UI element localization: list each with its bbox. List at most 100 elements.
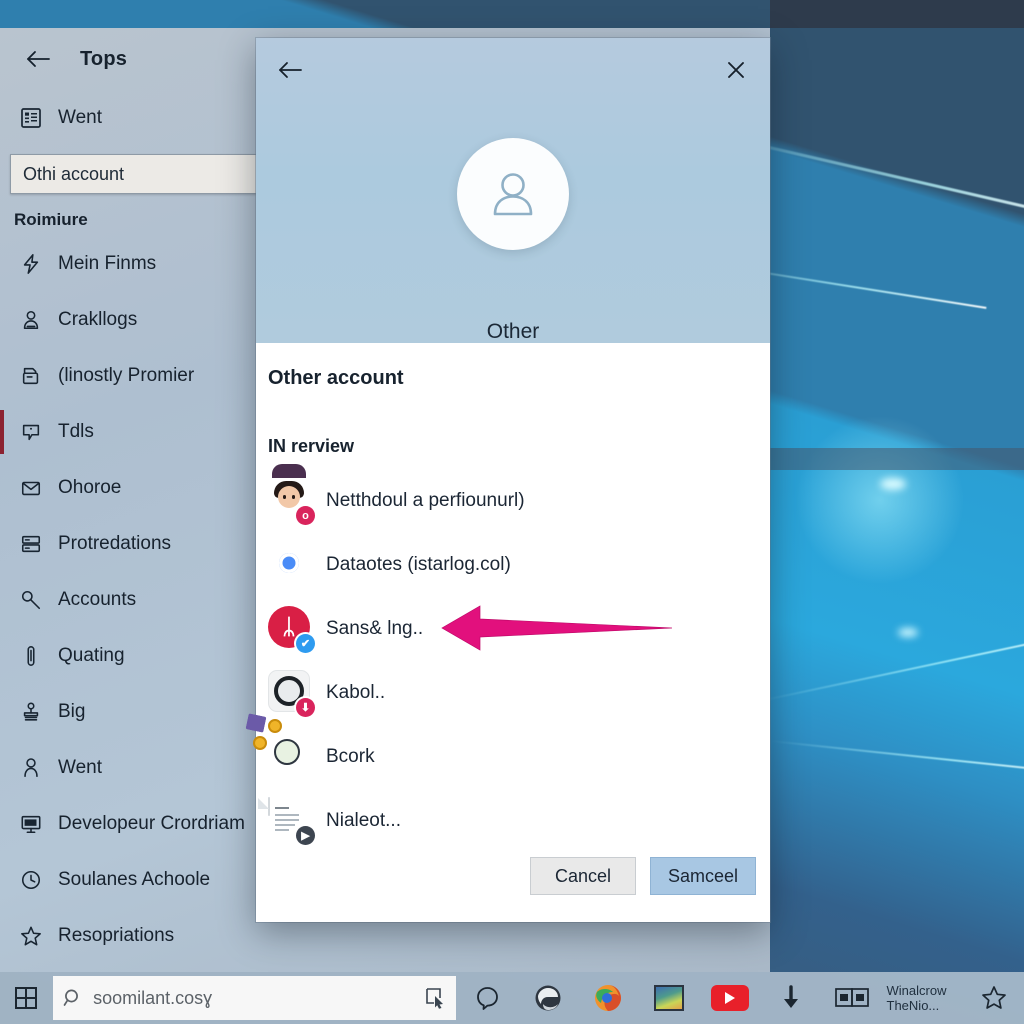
star-outline-icon [14, 921, 48, 951]
monitor-code-icon [14, 809, 48, 839]
hero-account-name: Other [486, 320, 540, 343]
person-avatar-icon [493, 173, 533, 216]
cortana-icon [476, 987, 498, 1010]
thermometer-icon [14, 641, 48, 671]
sidebar-item-label: Accounts [58, 589, 137, 610]
sidebar-item-label: Developeur Crordriam [58, 813, 245, 834]
cancel-button[interactable]: Cancel [530, 857, 636, 895]
sidebar-item-label: Resopriations [58, 925, 175, 946]
firefox-icon [595, 985, 622, 1011]
windows-start-icon [14, 987, 37, 1009]
windows-tile-icon [835, 988, 869, 1007]
arrow-left-icon [27, 51, 50, 67]
tray-text-line1: Winalcrow [886, 982, 947, 998]
photos-icon [654, 985, 685, 1011]
taskbar-item-firefox[interactable] [578, 972, 639, 1024]
wallpaper-band-top [770, 0, 1024, 28]
confirm-button[interactable]: Samceel [650, 857, 756, 895]
lightning-icon [14, 249, 48, 279]
sidebar-item-label: Went [58, 757, 103, 778]
avatar-photo-icon: o [268, 464, 315, 525]
app-status-badge: ⬇ [296, 698, 315, 717]
doodle-icon [268, 734, 314, 780]
taskbar-item-edge[interactable] [517, 972, 578, 1024]
taskbar-item-cortana[interactable] [456, 972, 517, 1024]
chat-bubble-icon [14, 417, 48, 447]
app-list-item[interactable]: o Netthdoul a perfiounurl) [256, 464, 770, 533]
sidebar-item-label: Tdls [58, 421, 94, 442]
app-list-item-label: Kabol.. [326, 682, 386, 703]
search-input[interactable]: Othi account [10, 154, 270, 194]
section-label: IN rerview [268, 436, 355, 456]
page-title: Tops [80, 47, 128, 70]
app-list: o Netthdoul a perfiounurl) Dataotes (istar… [256, 464, 770, 853]
search-input-value: Othi account [23, 163, 125, 184]
app-status-badge: o [296, 506, 315, 525]
app-list-item-label: Nialeot... [326, 810, 401, 831]
download-icon [784, 985, 799, 1008]
app-list-item[interactable]: Bcork [256, 725, 770, 789]
taskbar-search-input[interactable]: soomilant.cosɣ [53, 976, 457, 1020]
sidebar-item-label: Protredations [58, 533, 172, 554]
taskbar-item-download[interactable] [761, 972, 822, 1024]
app-list-item[interactable]: ⬇ Kabol.. [256, 661, 770, 725]
app-status-badge: ✔ [296, 634, 315, 653]
taskbar-search-value: soomilant.cosɣ [93, 987, 213, 1008]
taskbar-tray-text[interactable]: Winalcrow TheNio... [887, 983, 964, 1014]
back-button[interactable] [18, 39, 58, 79]
camera-icon: ⬇ [268, 670, 315, 717]
clock-icon [14, 865, 48, 895]
wallpaper-light-ray [759, 621, 1024, 702]
sidebar-item-label: (linostly Promier [58, 365, 195, 386]
server-icon [14, 529, 48, 559]
wallpaper-glow [880, 478, 906, 490]
app-list-item-label: Netthdoul a perfiounurl) [326, 490, 525, 511]
app-list-item[interactable]: ᛦ ✔ Sans& lng.. [256, 597, 770, 661]
arrow-left-icon [279, 62, 302, 78]
avatar [457, 138, 569, 250]
taskbar-item-windows-tile[interactable] [822, 972, 883, 1024]
dialog-close-button[interactable] [716, 50, 756, 90]
tray-text-line2: TheNio... [886, 998, 940, 1013]
chrome-icon [268, 542, 314, 588]
dialog-heading: Other account [268, 367, 404, 389]
edge-icon [535, 985, 561, 1011]
sidebar-item-label: Soulanes Achoole [58, 869, 211, 890]
sidebar-item-label: Ohoroe [58, 477, 122, 498]
bluetooth-icon: ᛦ ✔ [268, 606, 315, 653]
cursor-select-icon[interactable] [424, 987, 446, 1009]
star-outline-icon [981, 986, 1006, 1009]
start-button[interactable] [0, 972, 51, 1024]
app-list-item-label: Bcork [326, 746, 375, 767]
wallpaper-band-mid [770, 448, 1024, 470]
person-icon [14, 753, 48, 783]
app-list-item-label: Dataotes (istarlog.col) [326, 554, 511, 575]
sidebar-item-label: Crakllogs [58, 309, 138, 330]
sidebar-item-label: Quating [58, 645, 125, 666]
app-list-item[interactable]: Dataotes (istarlog.col) [256, 533, 770, 597]
screen-root: Tops Went Othi account Roimiure Mein Fin… [0, 0, 1024, 1024]
taskbar: soomilant.cosɣ Winalcrow TheNio... [0, 972, 1024, 1024]
dialog-hero-header: Other [256, 38, 770, 343]
taskbar-item-star[interactable] [963, 972, 1024, 1024]
search-icon [63, 989, 79, 1006]
account-chooser-dialog: Other Other account IN rerview o Netthdou… [256, 38, 770, 922]
youtube-icon [711, 985, 750, 1011]
key-icon [14, 585, 48, 615]
taskbar-item-photos[interactable] [639, 972, 700, 1024]
close-icon [728, 62, 744, 78]
dialog-back-button[interactable] [270, 50, 310, 90]
dialog-body: Other account IN rerview o Netthdoul a pe… [256, 343, 770, 853]
sidebar-item-label: Big [58, 701, 86, 722]
wallpaper-glow [898, 628, 918, 637]
wallpaper-light-ray [769, 740, 1024, 777]
stamp-icon [14, 697, 48, 727]
mail-icon [14, 473, 48, 503]
taskbar-item-youtube[interactable] [700, 972, 761, 1024]
dialog-footer: Cancel Samceel [256, 830, 770, 922]
list-icon [14, 103, 48, 133]
person-box-icon [14, 305, 48, 335]
app-list-item-label: Sans& lng.. [326, 618, 424, 639]
sidebar-item-label: Mein Finms [58, 253, 157, 274]
sidebar-item-label: Went [58, 107, 103, 128]
